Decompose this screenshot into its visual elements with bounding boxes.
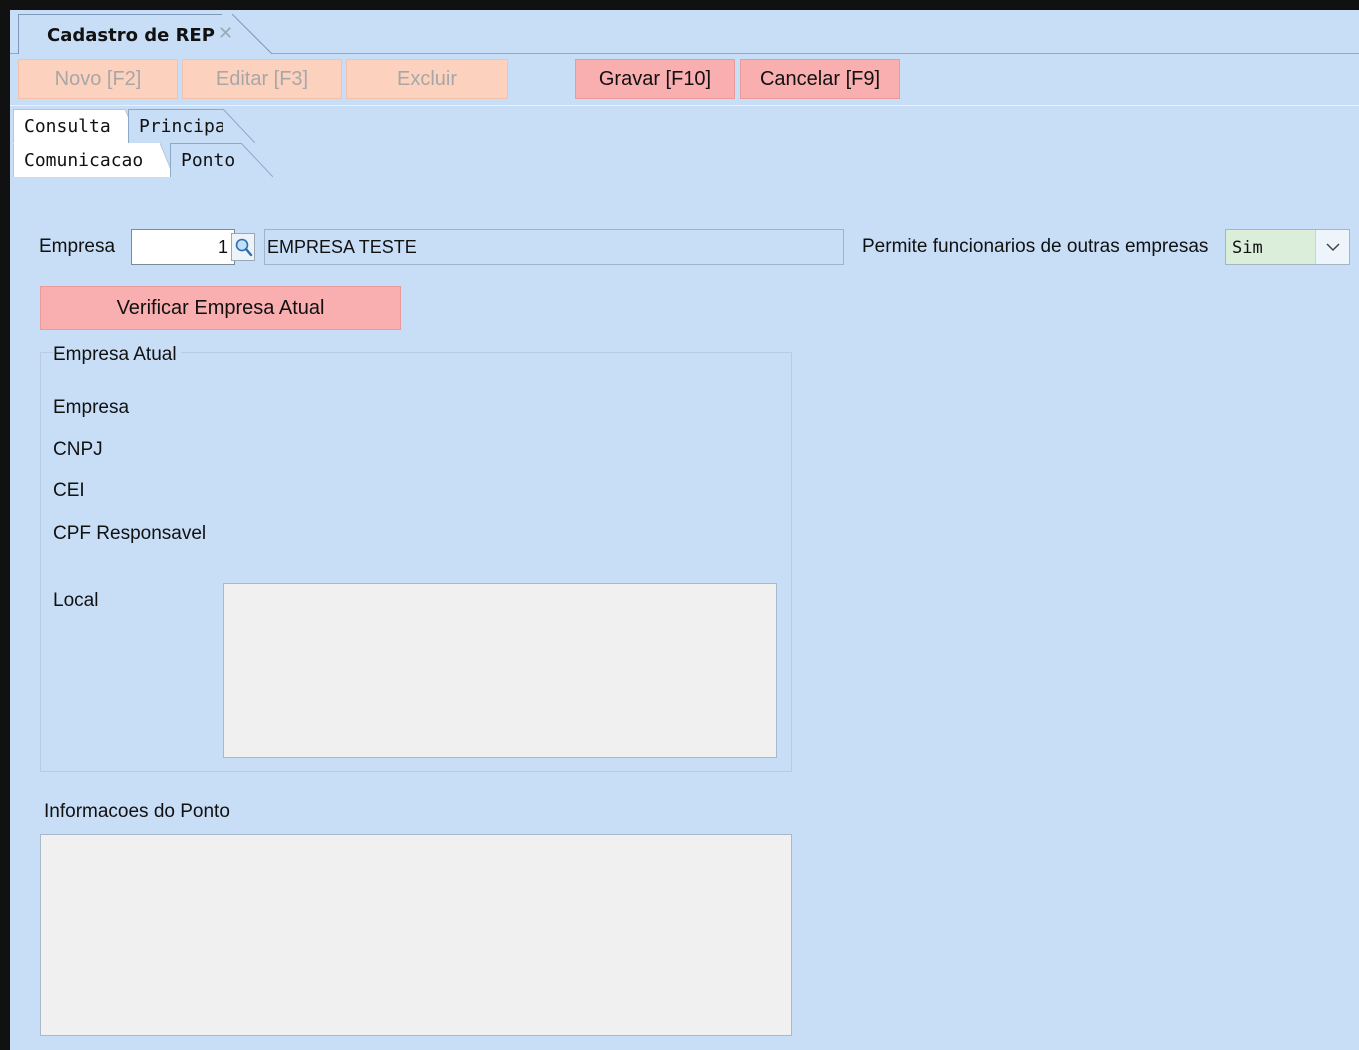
local-textarea[interactable] xyxy=(223,583,777,758)
cpf-responsavel-label: CPF Responsavel xyxy=(53,523,207,544)
excluir-button[interactable]: Excluir xyxy=(346,59,508,99)
cnpj-label: CNPJ xyxy=(53,439,103,460)
empresa-code-value: 1 xyxy=(217,237,228,257)
tab-ponto-slant xyxy=(241,143,273,177)
tab-consulta[interactable]: Consulta xyxy=(13,109,126,143)
tab-ponto[interactable]: Ponto xyxy=(170,143,242,177)
app-window: Cadastro de REP ✕ Novo [F2] Editar [F3] … xyxy=(0,0,1359,1050)
empresa-code-input[interactable]: 1 xyxy=(131,229,235,265)
verificar-empresa-button[interactable]: Verificar Empresa Atual xyxy=(40,286,401,330)
tab-principal-slant xyxy=(223,109,255,143)
empresa-name-value: EMPRESA TESTE xyxy=(267,237,417,257)
novo-button[interactable]: Novo [F2] xyxy=(18,59,178,99)
empresa-atual-empresa-label: Empresa xyxy=(53,397,130,418)
informacoes-ponto-title: Informacoes do Ponto xyxy=(44,801,230,822)
tab-principal-label: Principal xyxy=(139,116,237,137)
document-tab-title: Cadastro de REP xyxy=(47,25,215,46)
empresa-name-field: EMPRESA TESTE xyxy=(264,229,844,265)
permite-label: Permite funcionarios de outras empresas xyxy=(862,236,1209,257)
tab-comunicacao-label: Comunicacao xyxy=(24,150,144,171)
tab-comunicacao[interactable]: Comunicacao xyxy=(13,143,161,177)
editar-button[interactable]: Editar [F3] xyxy=(182,59,342,99)
tab-consulta-label: Consulta xyxy=(24,116,111,137)
empresa-atual-title: Empresa Atual xyxy=(53,344,181,366)
cei-label: CEI xyxy=(53,480,85,501)
magnifier-icon[interactable] xyxy=(231,233,255,261)
gravar-button[interactable]: Gravar [F10] xyxy=(575,59,735,99)
local-label: Local xyxy=(53,590,99,611)
empresa-label: Empresa xyxy=(39,236,116,257)
permite-select-value: Sim xyxy=(1232,238,1263,258)
tab-principal[interactable]: Principal xyxy=(128,109,237,143)
permite-select[interactable]: Sim xyxy=(1225,229,1350,265)
close-icon[interactable]: ✕ xyxy=(218,23,233,44)
cancelar-button[interactable]: Cancelar [F9] xyxy=(740,59,900,99)
tab-ponto-label: Ponto xyxy=(181,150,236,171)
toolbar: Novo [F2] Editar [F3] Excluir Gravar [F1… xyxy=(10,55,1359,106)
informacoes-ponto-textarea[interactable] xyxy=(40,834,792,1036)
chevron-down-icon[interactable] xyxy=(1315,230,1349,264)
